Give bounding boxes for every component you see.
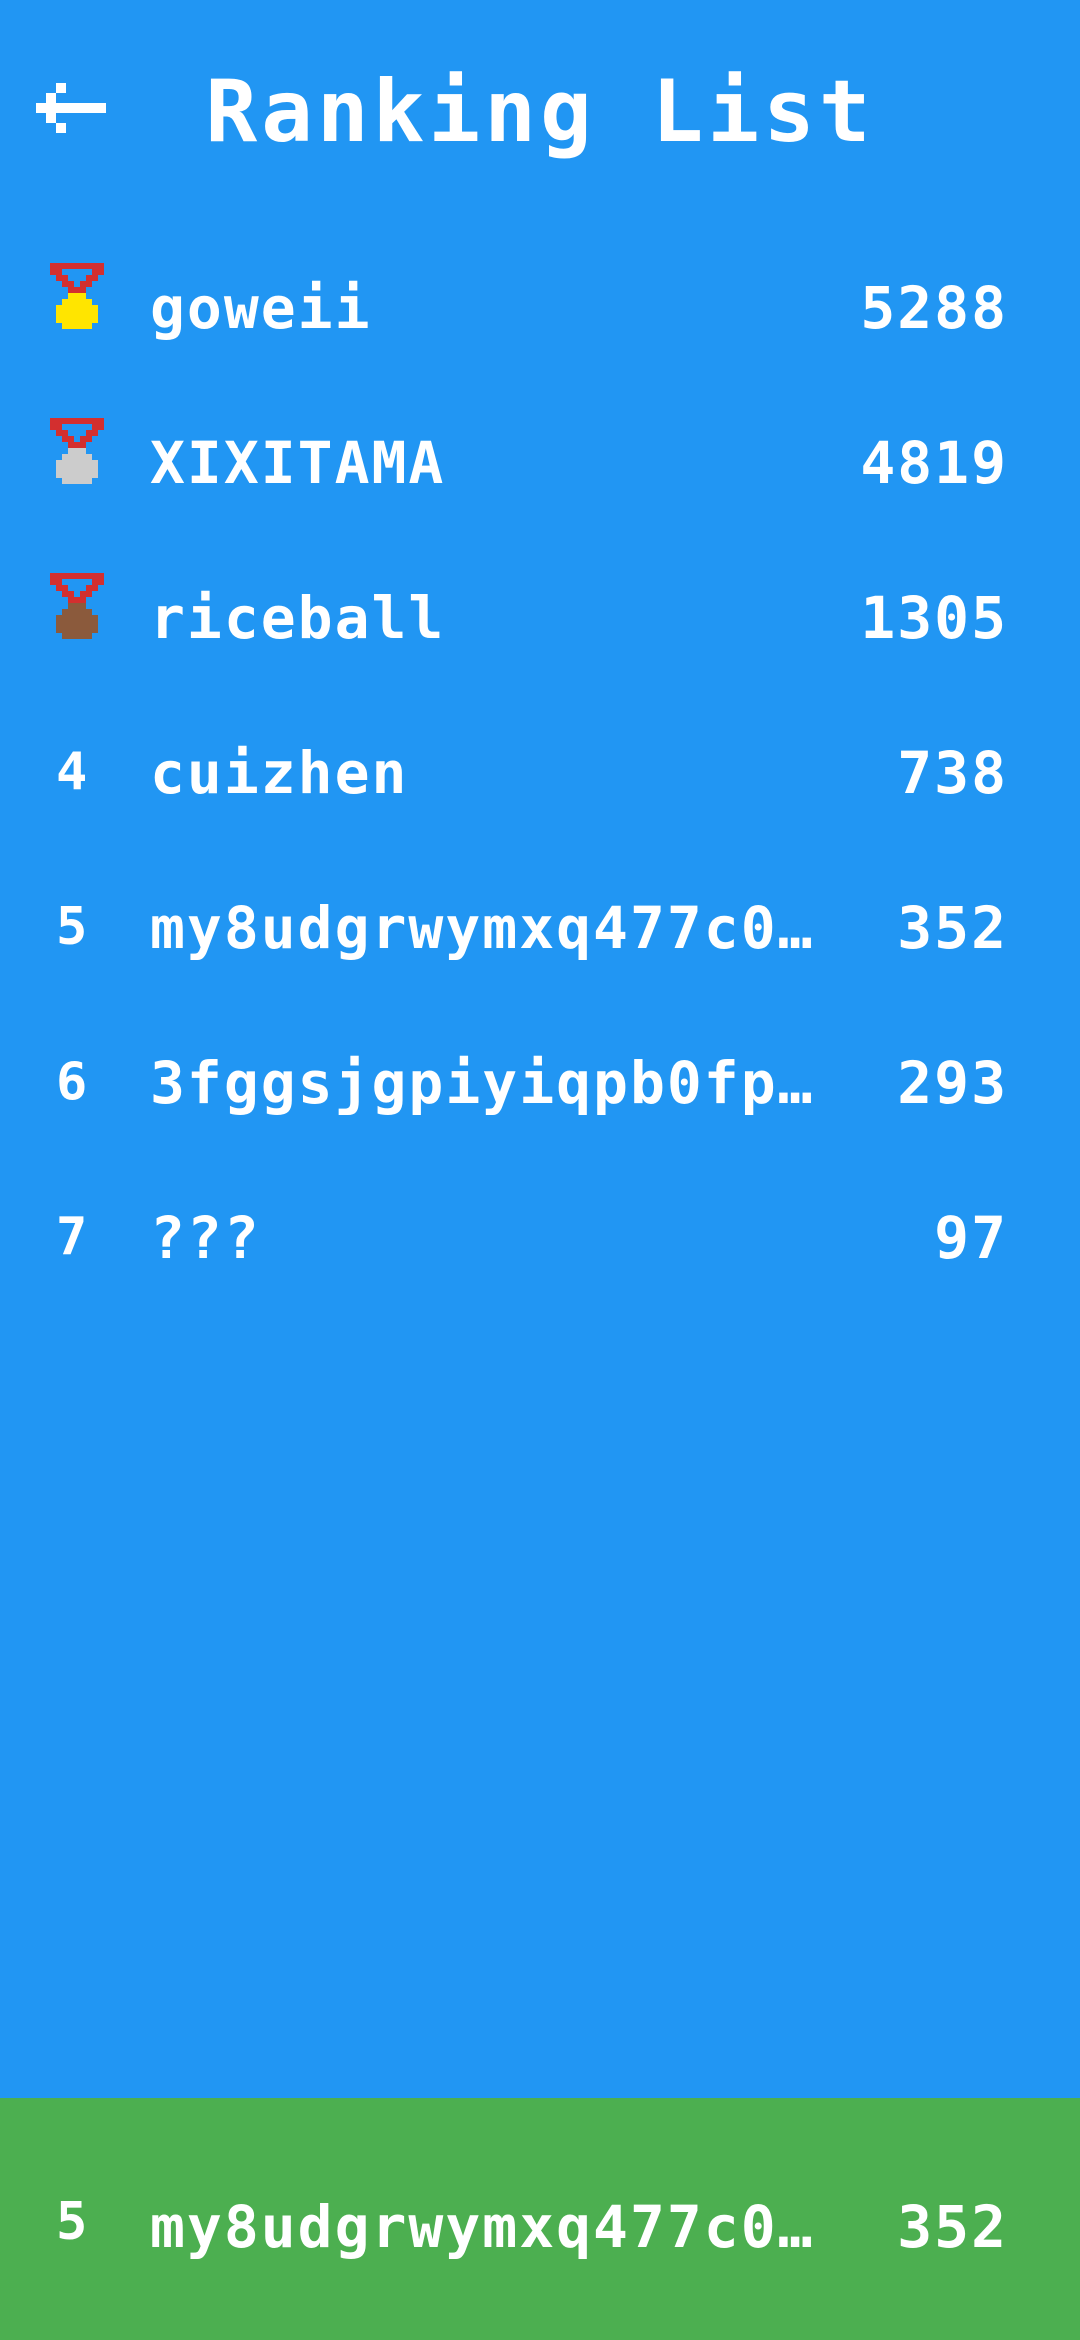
rank-number: 4 bbox=[56, 742, 88, 802]
ranking-row-5[interactable]: 5 my8udgrwymxq477c03… 352 bbox=[0, 845, 1080, 1000]
player-score: 5288 bbox=[860, 274, 1008, 342]
rank-cell bbox=[36, 380, 106, 535]
player-score: 293 bbox=[897, 1049, 1008, 1117]
rank-cell: 5 bbox=[36, 845, 106, 1000]
ranking-row-4[interactable]: 4 cuizhen 738 bbox=[0, 690, 1080, 845]
rank-cell: 7 bbox=[36, 1155, 106, 1310]
rank-cell: 4 bbox=[36, 690, 106, 845]
rank-cell bbox=[36, 225, 106, 380]
current-user-rank: 5 bbox=[56, 2192, 88, 2252]
rank-number: 5 bbox=[56, 897, 88, 957]
player-name: cuizhen bbox=[150, 740, 409, 806]
ranking-row-1[interactable]: goweii 5288 bbox=[0, 225, 1080, 380]
player-name: 3fggsjgpiyiqpb0fp3… bbox=[150, 1050, 840, 1116]
player-name: XIXITAMA bbox=[150, 430, 446, 496]
gold-medal-icon bbox=[50, 263, 104, 329]
rank-cell: 6 bbox=[36, 1000, 106, 1155]
ranking-row-2[interactable]: XIXITAMA 4819 bbox=[0, 380, 1080, 535]
ranking-row-6[interactable]: 6 3fggsjgpiyiqpb0fp3… 293 bbox=[0, 1000, 1080, 1155]
player-name: my8udgrwymxq477c03… bbox=[150, 895, 840, 961]
player-name: riceball bbox=[150, 585, 446, 651]
player-name: ??? bbox=[150, 1205, 261, 1271]
bronze-medal-icon bbox=[50, 573, 104, 639]
player-score: 4819 bbox=[860, 429, 1008, 497]
player-score: 97 bbox=[934, 1204, 1008, 1272]
ranking-row-7[interactable]: 7 ??? 97 bbox=[0, 1155, 1080, 1310]
rank-number: 6 bbox=[56, 1052, 88, 1112]
player-score: 352 bbox=[897, 894, 1008, 962]
current-user-name: my8udgrwymxq477c03… bbox=[150, 2194, 840, 2260]
app-header: Ranking List bbox=[0, 0, 1080, 230]
player-score: 738 bbox=[897, 739, 1008, 807]
current-user-score: 352 bbox=[897, 2193, 1008, 2261]
silver-medal-icon bbox=[50, 418, 104, 484]
ranking-row-3[interactable]: riceball 1305 bbox=[0, 535, 1080, 690]
rank-number: 7 bbox=[56, 1207, 88, 1267]
current-user-row[interactable]: 5 my8udgrwymxq477c03… 352 bbox=[0, 2192, 1080, 2262]
current-user-bar: 5 my8udgrwymxq477c03… 352 bbox=[0, 2098, 1080, 2340]
page-title: Ranking List bbox=[205, 62, 875, 162]
player-name: goweii bbox=[150, 275, 372, 341]
ranking-list: goweii 5288 XIXITAMA 4819 riceball 1305 … bbox=[0, 225, 1080, 1310]
player-score: 1305 bbox=[860, 584, 1008, 652]
rank-cell bbox=[36, 535, 106, 690]
